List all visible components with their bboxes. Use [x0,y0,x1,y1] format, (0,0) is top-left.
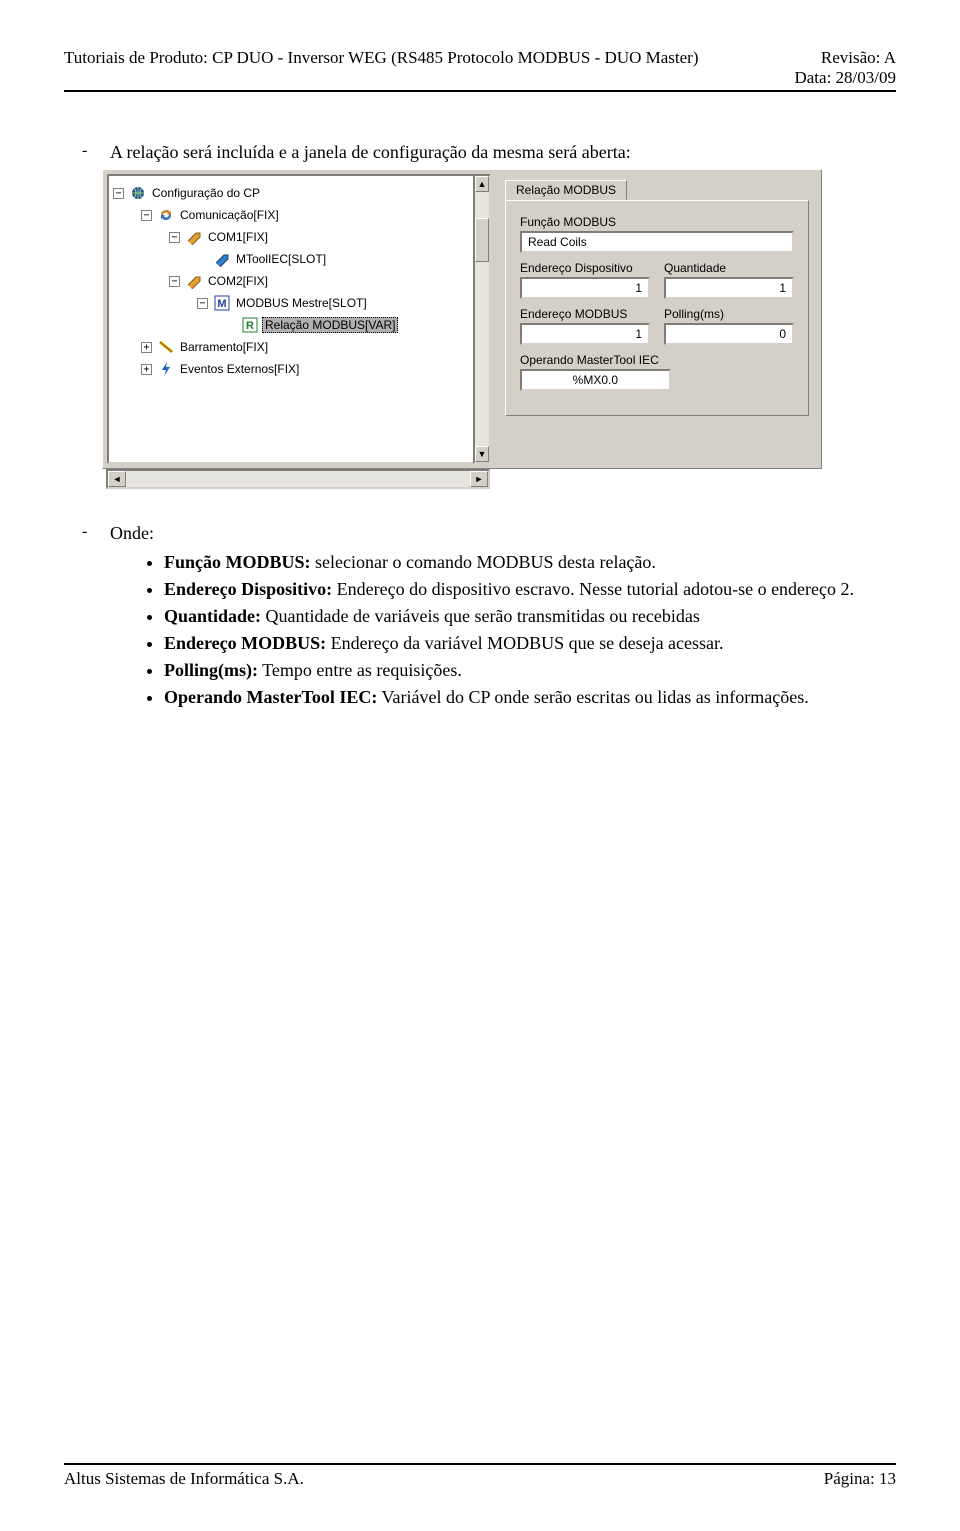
field-quantidade[interactable] [664,277,794,299]
expand-icon[interactable]: − [169,232,180,243]
expand-icon[interactable]: + [141,342,152,353]
expand-icon[interactable]: − [169,276,180,287]
list-item: Quantidade: Quantidade de variáveis que … [164,606,896,627]
field-endereco-dispositivo[interactable] [520,277,650,299]
tree-node-modbus-mestre[interactable]: − M MODBUS Mestre[SLOT] [113,292,485,314]
tree-label: Eventos Externos[FIX] [178,362,301,376]
bullet-dash: - [82,523,110,544]
svg-text:M: M [217,298,226,310]
tree-label: COM1[FIX] [206,230,270,244]
tree-label: MODBUS Mestre[SLOT] [234,296,369,310]
field-endereco-modbus[interactable] [520,323,650,345]
def-text: Tempo entre as requisições. [258,660,462,680]
list-item: Operando MasterTool IEC: Variável do CP … [164,687,896,708]
def-term: Operando MasterTool IEC: [164,687,377,707]
field-operando[interactable] [520,369,671,391]
tree-node-eventos[interactable]: + Eventos Externos[FIX] [113,358,485,380]
label-endereco-modbus: Endereço MODBUS [520,307,650,321]
globe-icon [130,185,146,201]
scroll-down-icon[interactable]: ▼ [475,446,489,462]
horizontal-scrollbar[interactable]: ◄ ► [106,469,490,489]
bolt-icon [158,361,174,377]
def-text: Endereço da variável MODBUS que se desej… [326,633,723,653]
field-funcao-modbus[interactable] [520,231,794,253]
expand-icon[interactable]: − [113,188,124,199]
def-text: selecionar o comando MODBUS desta relaçã… [311,552,656,572]
tree-pane[interactable]: − Configuração do CP − Comunicação[FIX] … [107,174,491,464]
tree-node-com1[interactable]: − COM1[FIX] [113,226,485,248]
scroll-up-icon[interactable]: ▲ [475,176,489,192]
tree-node-mtooliec[interactable]: MToolIEC[SLOT] [113,248,485,270]
def-term: Endereço Dispositivo: [164,579,332,599]
expand-icon[interactable]: − [197,298,208,309]
port-icon [186,273,202,289]
tree-node-barramento[interactable]: + Barramento[FIX] [113,336,485,358]
header-date: Data: 28/03/09 [794,68,896,88]
footer-rule [64,1463,896,1465]
label-endereco-dispositivo: Endereço Dispositivo [520,261,650,275]
list-item: Função MODBUS: selecionar o comando MODB… [164,552,896,573]
def-term: Função MODBUS: [164,552,311,572]
definitions-list: Função MODBUS: selecionar o comando MODB… [124,552,896,708]
tree-node-com2[interactable]: − COM2[FIX] [113,270,485,292]
config-screenshot: − Configuração do CP − Comunicação[FIX] … [102,169,822,493]
bus-icon [158,339,174,355]
def-term: Endereço MODBUS: [164,633,326,653]
tree-node-comunicacao[interactable]: − Comunicação[FIX] [113,204,485,226]
tree-label-selected: Relação MODBUS[VAR] [262,317,398,333]
tree-label: Comunicação[FIX] [178,208,281,222]
footer-page: Página: 13 [824,1469,896,1489]
refresh-icon [158,207,174,223]
label-quantidade: Quantidade [664,261,794,275]
def-term: Quantidade: [164,606,261,626]
def-text: Endereço do dispositivo escravo. Nesse t… [332,579,854,599]
expand-icon[interactable]: + [141,364,152,375]
tree-node-relacao-modbus[interactable]: R Relação MODBUS[VAR] [113,314,485,336]
scroll-thumb[interactable] [475,218,489,262]
def-text: Variável do CP onde serão escritas ou li… [377,687,808,707]
tree-label: MToolIEC[SLOT] [234,252,328,266]
header-rule [64,90,896,92]
intro-text: A relação será incluída e a janela de co… [110,142,631,163]
tab-relacao-modbus[interactable]: Relação MODBUS [505,180,627,200]
label-operando: Operando MasterTool IEC [520,353,671,367]
bullet-dash: - [82,142,110,163]
r-icon: R [242,317,258,333]
def-text: Quantidade de variáveis que serão transm… [261,606,700,626]
tree-node-root[interactable]: − Configuração do CP [113,182,485,204]
def-term: Polling(ms): [164,660,258,680]
label-polling: Polling(ms) [664,307,794,321]
onde-label: Onde: [110,523,154,544]
expand-icon[interactable]: − [141,210,152,221]
field-polling[interactable] [664,323,794,345]
list-item: Endereço Dispositivo: Endereço do dispos… [164,579,896,600]
list-item: Endereço MODBUS: Endereço da variável MO… [164,633,896,654]
tab-panel: Função MODBUS Endereço Dispositivo Quant… [505,200,809,416]
header-title: Tutoriais de Produto: CP DUO - Inversor … [64,48,699,88]
port-icon [186,229,202,245]
list-item: Polling(ms): Tempo entre as requisições. [164,660,896,681]
header-revision: Revisão: A [794,48,896,68]
label-funcao-modbus: Função MODBUS [520,215,794,229]
svg-text:R: R [246,320,254,332]
tree-label: Configuração do CP [150,186,262,200]
vertical-scrollbar[interactable]: ▲ ▼ [473,174,491,464]
slot-icon [214,251,230,267]
scroll-right-icon[interactable]: ► [470,471,488,487]
footer-company: Altus Sistemas de Informática S.A. [64,1469,304,1489]
m-icon: M [214,295,230,311]
scroll-left-icon[interactable]: ◄ [108,471,126,487]
tree-label: COM2[FIX] [206,274,270,288]
tree-label: Barramento[FIX] [178,340,270,354]
